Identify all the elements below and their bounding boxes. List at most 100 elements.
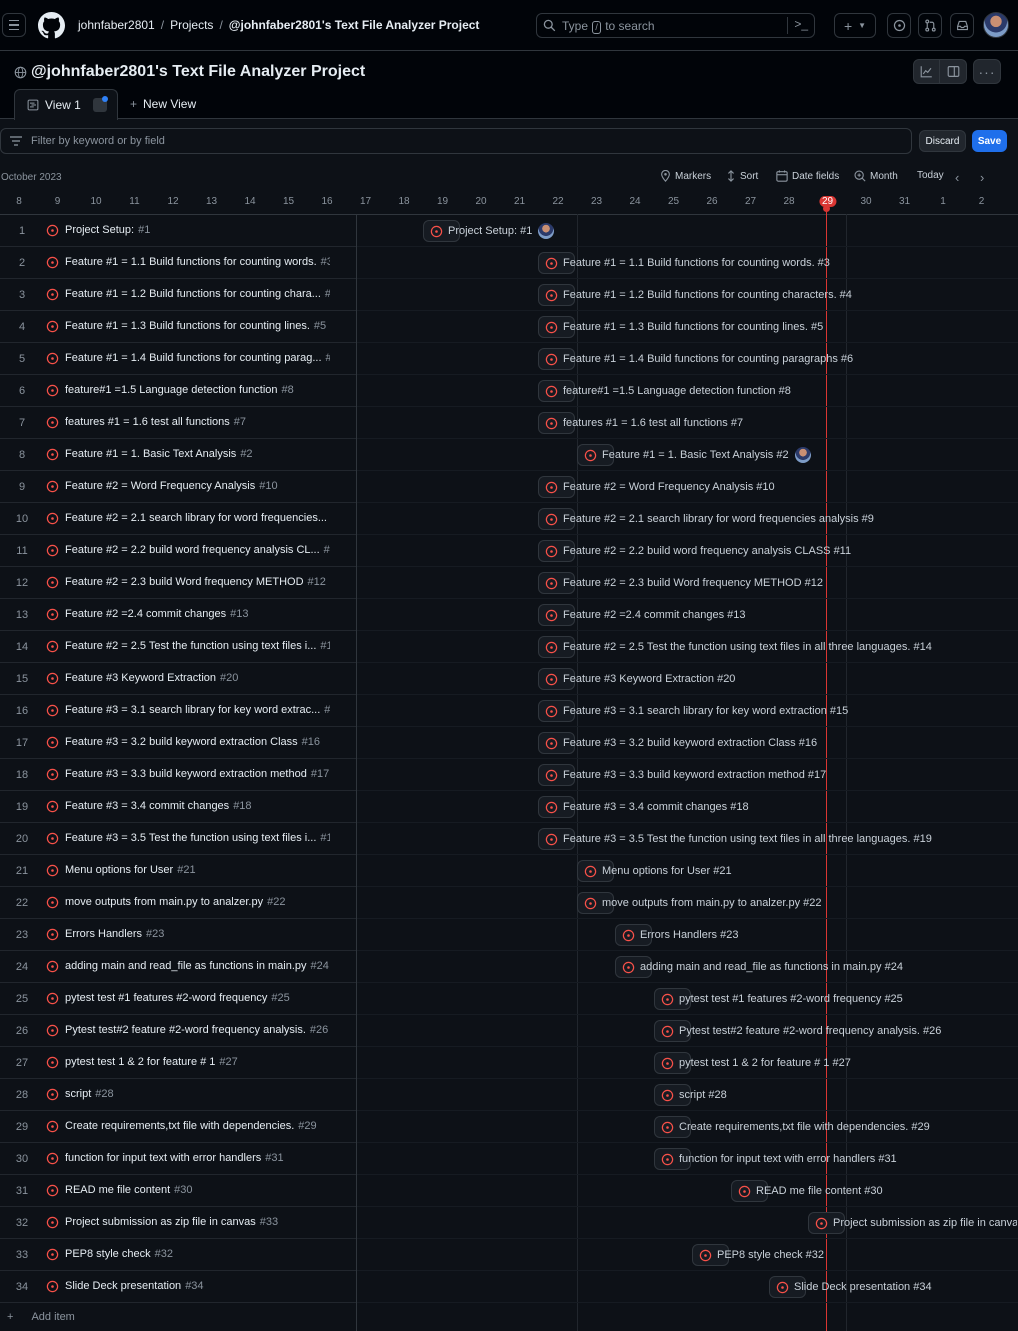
roadmap-item-bar[interactable]: features #1 = 1.6 test all functions #7	[538, 412, 743, 434]
add-item-button[interactable]: + Add item	[7, 1311, 75, 1323]
roadmap-item-bar[interactable]: adding main and read_file as functions i…	[615, 956, 903, 978]
today-button[interactable]: Today	[917, 170, 944, 181]
table-row[interactable]: 4 Feature #1 = 1.3 Build functions for co…	[0, 311, 356, 343]
user-avatar[interactable]	[983, 12, 1009, 38]
item-title[interactable]: Feature #2 = 2.2 build word frequency an…	[65, 544, 330, 556]
roadmap-item-bar[interactable]: Feature #1 = 1. Basic Text Analysis #2	[577, 444, 811, 466]
item-title[interactable]: Project Setup: #1	[65, 224, 150, 236]
table-row[interactable]: 20 Feature #3 = 3.5 Test the function usi…	[0, 823, 356, 855]
assignee-avatar[interactable]	[795, 447, 811, 463]
item-title[interactable]: function for input text with error handl…	[65, 1152, 284, 1164]
table-row[interactable]: 23 Errors Handlers #23	[0, 919, 356, 951]
pull-requests-button[interactable]	[918, 13, 942, 38]
table-row[interactable]: 27 pytest test 1 & 2 for feature # 1 #27	[0, 1047, 356, 1079]
table-row[interactable]: 10 Feature #2 = 2.1 search library for wo…	[0, 503, 356, 535]
item-title[interactable]: feature#1 =1.5 Language detection functi…	[65, 384, 294, 396]
roadmap-item-bar[interactable]: Feature #2 = 2.3 build Word frequency ME…	[538, 572, 823, 594]
item-title[interactable]: adding main and read_file as functions i…	[65, 960, 329, 972]
item-title[interactable]: Project submission as zip file in canvas…	[65, 1216, 278, 1228]
table-row[interactable]: 17 Feature #3 = 3.2 build keyword extract…	[0, 727, 356, 759]
roadmap-item-bar[interactable]: Slide Deck presentation #34	[769, 1276, 932, 1298]
table-row[interactable]: 15 Feature #3 Keyword Extraction #20	[0, 663, 356, 695]
roadmap-item-bar[interactable]: Errors Handlers #23	[615, 924, 738, 946]
item-title[interactable]: Pytest test#2 feature #2-word frequency …	[65, 1024, 328, 1036]
item-title[interactable]: pytest test 1 & 2 for feature # 1 #27	[65, 1056, 238, 1068]
roadmap-item-bar[interactable]: READ me file content #30	[731, 1180, 883, 1202]
table-row[interactable]: 24 adding main and read_file as functions…	[0, 951, 356, 983]
prev-period-button[interactable]: ‹	[955, 170, 959, 185]
roadmap-item-bar[interactable]: Feature #2 = 2.1 search library for word…	[538, 508, 874, 530]
inbox-button[interactable]	[950, 13, 974, 38]
roadmap-item-bar[interactable]: Pytest test#2 feature #2-word frequency …	[654, 1020, 941, 1042]
table-row[interactable]: 2 Feature #1 = 1.1 Build functions for co…	[0, 247, 356, 279]
search-input[interactable]: Type / to search >_	[536, 13, 815, 38]
insights-button[interactable]	[913, 59, 940, 84]
item-title[interactable]: Feature #2 =2.4 commit changes #13	[65, 608, 248, 620]
table-row[interactable]: 3 Feature #1 = 1.2 Build functions for co…	[0, 279, 356, 311]
roadmap-item-bar[interactable]: Project submission as zip file in canvas…	[808, 1212, 1017, 1234]
item-title[interactable]: Feature #1 = 1.3 Build functions for cou…	[65, 320, 326, 332]
item-title[interactable]: Feature #3 = 3.1 search library for key …	[65, 704, 330, 716]
roadmap-item-bar[interactable]: Feature #3 = 3.4 commit changes #18	[538, 796, 749, 818]
table-row[interactable]: 33 PEP8 style check #32	[0, 1239, 356, 1271]
table-row[interactable]: 29 Create requirements,txt file with depe…	[0, 1111, 356, 1143]
item-title[interactable]: move outputs from main.py to analzer.py #…	[65, 896, 285, 908]
item-title[interactable]: features #1 = 1.6 test all functions #7	[65, 416, 246, 428]
roadmap-item-bar[interactable]: move outputs from main.py to analzer.py …	[577, 892, 822, 914]
table-row[interactable]: 25 pytest test #1 features #2-word freque…	[0, 983, 356, 1015]
table-row[interactable]: 7 features #1 = 1.6 test all functions #7	[0, 407, 356, 439]
table-row[interactable]: 13 Feature #2 =2.4 commit changes #13	[0, 599, 356, 631]
roadmap-item-bar[interactable]: Feature #1 = 1.4 Build functions for cou…	[538, 348, 853, 370]
item-title[interactable]: Feature #3 = 3.4 commit changes #18	[65, 800, 252, 812]
roadmap-item-bar[interactable]: Feature #1 = 1.3 Build functions for cou…	[538, 316, 823, 338]
new-view-button[interactable]: + New View	[130, 97, 196, 111]
item-title[interactable]: Feature #1 = 1. Basic Text Analysis #2	[65, 448, 253, 460]
more-options-button[interactable]: ···	[973, 59, 1001, 84]
side-panel-button[interactable]	[940, 59, 967, 84]
roadmap-item-bar[interactable]: Feature #3 = 3.3 build keyword extractio…	[538, 764, 826, 786]
item-title[interactable]: Feature #3 = 3.5 Test the function using…	[65, 832, 330, 844]
markers-button[interactable]: Markers	[660, 170, 711, 182]
roadmap-item-bar[interactable]: Create requirements,txt file with depend…	[654, 1116, 930, 1138]
table-row[interactable]: 12 Feature #2 = 2.3 build Word frequency …	[0, 567, 356, 599]
roadmap-item-bar[interactable]: pytest test 1 & 2 for feature # 1 #27	[654, 1052, 851, 1074]
zoom-button[interactable]: Month	[854, 170, 898, 182]
item-title[interactable]: Feature #1 = 1.1 Build functions for cou…	[65, 256, 330, 268]
item-title[interactable]: Feature #3 = 3.3 build keyword extractio…	[65, 768, 329, 780]
breadcrumb-owner[interactable]: johnfaber2801	[78, 18, 155, 32]
roadmap-item-bar[interactable]: PEP8 style check #32	[692, 1244, 824, 1266]
table-row[interactable]: 11 Feature #2 = 2.2 build word frequency …	[0, 535, 356, 567]
roadmap-item-bar[interactable]: Feature #3 Keyword Extraction #20	[538, 668, 735, 690]
discard-button[interactable]: Discard	[919, 130, 966, 152]
table-row[interactable]: 34 Slide Deck presentation #34	[0, 1271, 356, 1303]
github-logo-icon[interactable]	[38, 12, 65, 39]
menu-icon[interactable]	[2, 13, 26, 37]
item-title[interactable]: Feature #1 = 1.2 Build functions for cou…	[65, 288, 330, 300]
roadmap-item-bar[interactable]: function for input text with error handl…	[654, 1148, 897, 1170]
item-title[interactable]: Slide Deck presentation #34	[65, 1280, 204, 1292]
table-row[interactable]: 31 READ me file content #30	[0, 1175, 356, 1207]
roadmap-item-bar[interactable]: feature#1 =1.5 Language detection functi…	[538, 380, 791, 402]
item-title[interactable]: PEP8 style check #32	[65, 1248, 173, 1260]
item-title[interactable]: script #28	[65, 1088, 114, 1100]
roadmap-item-bar[interactable]: Feature #2 = 2.2 build word frequency an…	[538, 540, 851, 562]
table-row[interactable]: 22 move outputs from main.py to analzer.p…	[0, 887, 356, 919]
table-row[interactable]: 26 Pytest test#2 feature #2-word frequenc…	[0, 1015, 356, 1047]
roadmap-item-bar[interactable]: Menu options for User #21	[577, 860, 732, 882]
issues-button[interactable]	[887, 13, 911, 38]
table-row[interactable]: 8 Feature #1 = 1. Basic Text Analysis #2	[0, 439, 356, 471]
item-title[interactable]: pytest test #1 features #2-word frequenc…	[65, 992, 290, 1004]
roadmap-item-bar[interactable]: script #28	[654, 1084, 727, 1106]
tab-view-1[interactable]: View 1	[14, 89, 118, 120]
create-new-button[interactable]: + ▼	[834, 13, 876, 38]
roadmap-item-bar[interactable]: Feature #2 = 2.5 Test the function using…	[538, 636, 932, 658]
item-title[interactable]: Feature #2 = 2.5 Test the function using…	[65, 640, 330, 652]
column-resizer[interactable]	[356, 214, 357, 1331]
roadmap-item-bar[interactable]: Feature #3 = 3.1 search library for key …	[538, 700, 848, 722]
table-row[interactable]: 1 Project Setup: #1	[0, 215, 356, 247]
item-title[interactable]: Feature #2 = 2.1 search library for word…	[65, 512, 330, 524]
breadcrumb-project[interactable]: @johnfaber2801's Text File Analyzer Proj…	[229, 18, 480, 32]
assignee-avatar[interactable]	[538, 223, 554, 239]
item-title[interactable]: Create requirements,txt file with depend…	[65, 1120, 317, 1132]
table-row[interactable]: 5 Feature #1 = 1.4 Build functions for co…	[0, 343, 356, 375]
